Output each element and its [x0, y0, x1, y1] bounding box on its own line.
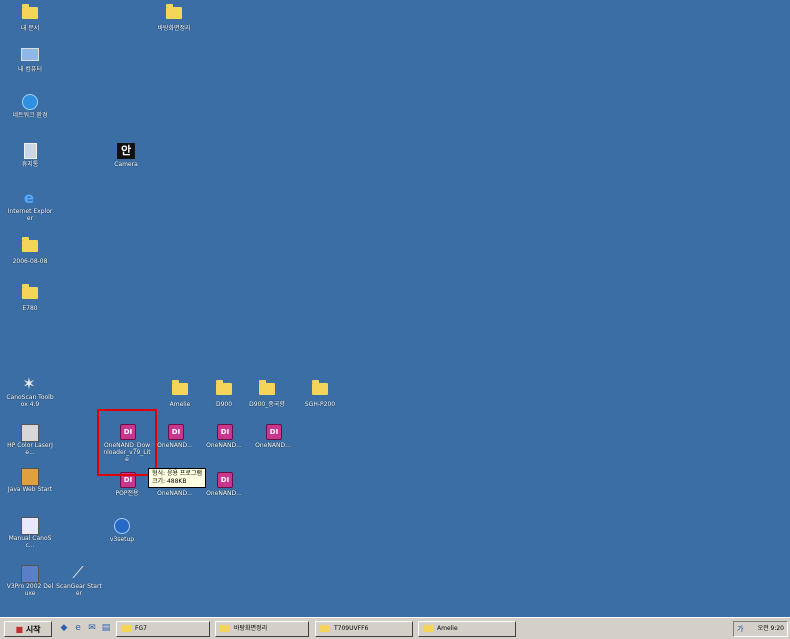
- clock[interactable]: 오전 9:20: [758, 622, 784, 636]
- onenand-shortcut-3[interactable]: DI OneNAND...: [200, 424, 248, 449]
- folder-icon: [311, 380, 329, 399]
- ime-indicator[interactable]: 가: [737, 622, 743, 636]
- antivirus-icon: [21, 565, 39, 583]
- canoscan-icon: ✶: [22, 374, 36, 393]
- recycle-bin-shortcut[interactable]: 휴지통: [6, 143, 54, 168]
- task-fg7[interactable]: FG7: [116, 621, 210, 637]
- file-info-tooltip: 형식: 응용 프로그램 크기: 488KB: [148, 468, 206, 488]
- onenand-app-icon: DI: [215, 472, 233, 488]
- hp-color-laserjet-shortcut[interactable]: HP Color LaserJe...: [6, 424, 54, 456]
- camera-app-icon: 안: [117, 143, 135, 159]
- onenand-shortcut-2[interactable]: DI OneNAND...: [151, 424, 199, 449]
- folder-icon: [220, 625, 230, 632]
- folder-icon: [423, 625, 433, 632]
- manual-canoscan-shortcut[interactable]: Manual CanoSc...: [6, 517, 54, 549]
- camera-shortcut[interactable]: 안 Camera: [102, 143, 150, 168]
- folder-icon: [320, 625, 330, 632]
- folder-icon: [171, 380, 189, 399]
- printer-icon: [21, 424, 39, 442]
- task-amelie[interactable]: Amelie: [418, 621, 516, 637]
- start-label: 시작: [25, 625, 41, 634]
- outlook-icon[interactable]: ✉: [86, 622, 98, 635]
- folder-icon: [21, 284, 39, 303]
- my-computer-icon: [21, 48, 39, 64]
- folder-d900[interactable]: D900: [200, 380, 248, 408]
- tooltip-size: 크기: 488KB: [152, 478, 187, 485]
- folder-amelie[interactable]: Amelie: [156, 380, 204, 408]
- system-tray: 가 오전 9:20: [733, 621, 788, 637]
- internet-explorer-icon: e: [23, 189, 35, 207]
- v3setup-shortcut[interactable]: v3setup: [98, 518, 146, 543]
- v3pro-shortcut[interactable]: V3Pro 2002 Deluxe: [6, 565, 54, 597]
- network-icon: [21, 94, 39, 110]
- onenand-app-icon: DI: [215, 424, 233, 440]
- folder-icon: [215, 380, 233, 399]
- taskbar: ■ 시작 ◆ e ✉ ▤ FG7 바탕화면정리 T709UVFF6 Amelie…: [0, 617, 790, 639]
- task-label: Amelie: [437, 625, 458, 632]
- folder-icon: [21, 237, 39, 256]
- desktop: 내 문서 내 컴퓨터 네트워크 환경 휴지통 e Internet Explor…: [0, 0, 790, 617]
- task-label: 바탕화면정리: [234, 625, 268, 632]
- onenand-app-icon: DI: [166, 424, 184, 440]
- scangear-starter-shortcut[interactable]: ⟋ ScanGear Starter: [55, 563, 103, 598]
- my-documents-icon: [21, 4, 39, 23]
- folder-icon: [121, 625, 131, 632]
- selection-highlight: [97, 409, 157, 476]
- tooltip-type: 형식: 응용 프로그램: [152, 470, 202, 477]
- folder-icon: [165, 4, 183, 23]
- folder-wallpaper-cleanup[interactable]: 바탕화면정리: [150, 4, 198, 32]
- task-label: FG7: [135, 625, 147, 632]
- recycle-bin-icon: [21, 143, 39, 159]
- start-button[interactable]: ■ 시작: [4, 621, 52, 637]
- onenand-shortcut-4[interactable]: DI OneNAND...: [249, 424, 297, 449]
- folder-e780[interactable]: E780: [6, 284, 54, 312]
- desktop-icon[interactable]: ◆: [58, 622, 70, 635]
- java-icon: [21, 468, 39, 486]
- network-shortcut[interactable]: 네트워크 환경: [6, 94, 54, 119]
- my-documents-shortcut[interactable]: 내 문서: [6, 4, 54, 32]
- onenand-app-icon: DI: [264, 424, 282, 440]
- internet-explorer-shortcut[interactable]: e Internet Explorer: [6, 190, 54, 222]
- manual-icon: [21, 517, 39, 535]
- task-t709uvff6[interactable]: T709UVFF6: [315, 621, 413, 637]
- folder-icon[interactable]: ▤: [100, 622, 112, 635]
- canoscan-toolbox-shortcut[interactable]: ✶ CanoScan Toolbox 4.9: [6, 374, 54, 409]
- task-wallpaper-cleanup[interactable]: 바탕화면정리: [215, 621, 309, 637]
- folder-icon: [258, 380, 276, 399]
- folder-sgh-p200[interactable]: SGH-P200: [296, 380, 344, 408]
- setup-icon: [113, 518, 131, 534]
- ie-icon[interactable]: e: [72, 622, 84, 635]
- scanner-icon: ⟋: [72, 563, 84, 582]
- java-web-start-shortcut[interactable]: Java Web Start: [6, 468, 54, 493]
- my-computer-shortcut[interactable]: 내 컴퓨터: [6, 48, 54, 73]
- onenand-shortcut-6[interactable]: DI OneNAND...: [200, 472, 248, 497]
- task-label: T709UVFF6: [334, 625, 369, 632]
- windows-logo-icon: ■: [15, 625, 24, 634]
- folder-2006-08-08[interactable]: 2006-08-08: [6, 237, 54, 265]
- folder-d900-china[interactable]: D900_중국향: [243, 380, 291, 408]
